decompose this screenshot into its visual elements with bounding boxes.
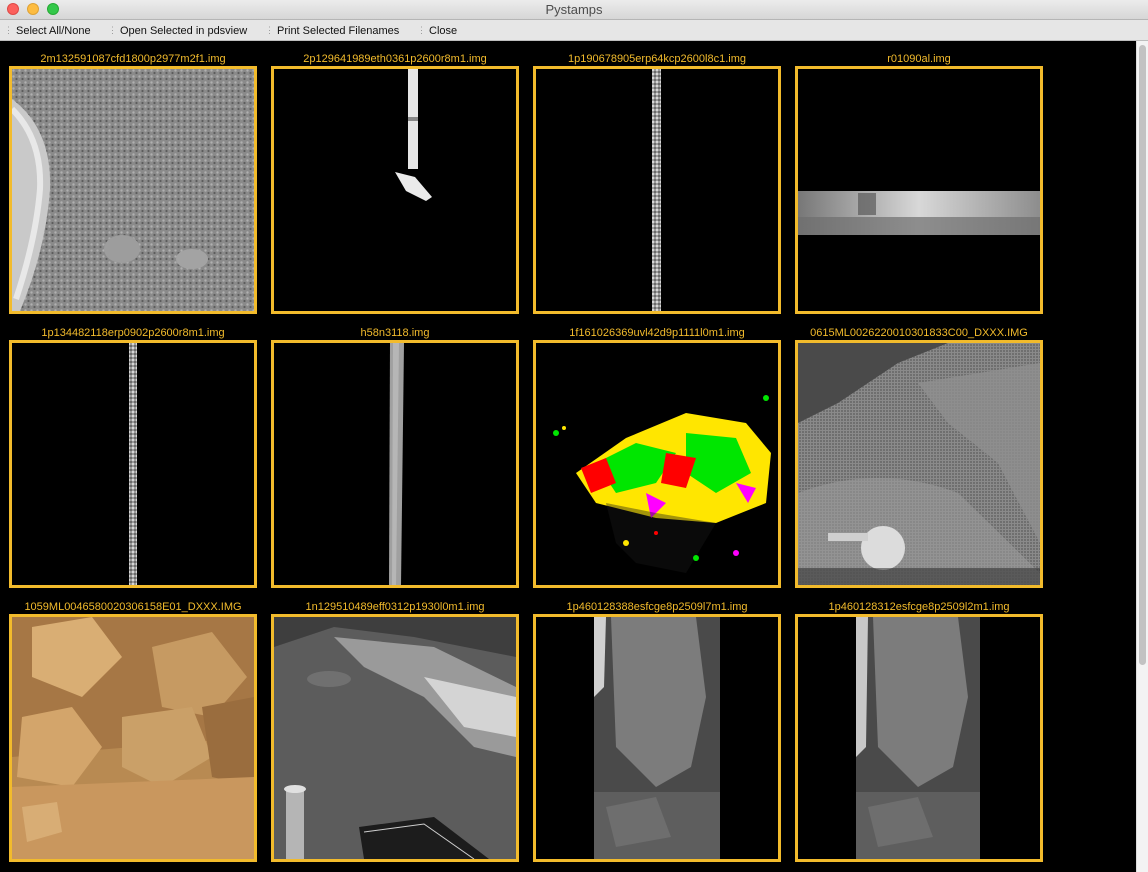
title-bar: Pystamps	[0, 0, 1148, 20]
thumbnail-image	[12, 617, 254, 859]
stamp-filename: r01090al.img	[887, 53, 951, 65]
grip-icon: ⋮	[265, 25, 274, 35]
grip-icon: ⋮	[4, 25, 13, 35]
thumbnail-image	[395, 69, 432, 201]
stamp-filename: 1p460128388esfcge8p2509l7m1.img	[566, 601, 748, 613]
thumbnail-image	[798, 191, 1040, 235]
stamp-thumbnail[interactable]	[271, 66, 519, 314]
stamp-filename: 2m132591087cfd1800p2977m2f1.img	[40, 53, 226, 65]
stamp-thumbnail[interactable]	[795, 614, 1043, 862]
scrollbar-thumb[interactable]	[1139, 45, 1146, 665]
thumbnail-image	[274, 617, 516, 859]
stamp-thumbnail[interactable]	[533, 66, 781, 314]
select-all-button[interactable]: ⋮ Select All/None	[4, 23, 91, 38]
stamp-filename: 2p129641989eth0361p2600r8m1.img	[303, 53, 487, 65]
stamp-thumbnail[interactable]	[9, 614, 257, 862]
stamp-filename: 1p190678905erp64kcp2600l8c1.img	[568, 53, 746, 65]
terrain-image	[12, 69, 254, 311]
grip-icon: ⋮	[417, 25, 426, 35]
stamp-thumbnail[interactable]	[9, 340, 257, 588]
stamp-thumbnail[interactable]	[795, 340, 1043, 588]
thumbnail-image	[129, 343, 137, 585]
stamp-filename: 1f161026369uvl42d9p1111l0m1.img	[569, 327, 745, 339]
select-all-label: Select All/None	[16, 24, 91, 37]
stamp-filename: 1n129510489eff0312p1930l0m1.img	[305, 601, 485, 613]
stamp-thumbnail[interactable]	[795, 66, 1043, 314]
close-label: Close	[429, 24, 458, 37]
thumbnail-image	[389, 343, 404, 585]
stamp-thumbnail[interactable]	[271, 614, 519, 862]
vertical-scrollbar[interactable]	[1136, 41, 1148, 872]
print-selected-button[interactable]: ⋮ Print Selected Filenames	[265, 23, 399, 38]
stamp-thumbnail[interactable]	[9, 66, 257, 314]
thumbnail-image	[652, 69, 661, 311]
stamp-thumbnail[interactable]	[533, 614, 781, 862]
stamp-thumbnail[interactable]	[533, 340, 781, 588]
stamp-grid: 2m132591087cfd1800p2977m2f1.img 2p129641…	[0, 41, 1136, 872]
thumbnail-image	[594, 617, 720, 859]
open-selected-button[interactable]: ⋮ Open Selected in pdsview	[108, 23, 247, 38]
stamp-filename: 1059ML0046580020306158E01_DXXX.IMG	[24, 601, 242, 613]
stamp-filename: 1p460128312esfcge8p2509l2m1.img	[828, 601, 1010, 613]
grip-icon: ⋮	[108, 25, 117, 35]
open-selected-label: Open Selected in pdsview	[120, 24, 248, 37]
thumbnail-image	[553, 395, 771, 573]
print-selected-label: Print Selected Filenames	[277, 24, 400, 37]
thumbnail-image	[856, 617, 980, 859]
close-button[interactable]: ⋮ Close	[417, 23, 457, 38]
thumbnail-image	[798, 343, 1040, 585]
toolbar: ⋮ Select All/None ⋮ Open Selected in pds…	[0, 20, 1148, 41]
window-title: Pystamps	[545, 2, 603, 17]
stamp-filename: 0615ML0026220010301833C00_DXXX.IMG	[810, 327, 1028, 339]
stamp-thumbnail[interactable]	[271, 340, 519, 588]
stamp-filename: 1p134482118erp0902p2600r8m1.img	[41, 327, 225, 339]
stamp-filename: h58n3118.img	[360, 327, 430, 339]
